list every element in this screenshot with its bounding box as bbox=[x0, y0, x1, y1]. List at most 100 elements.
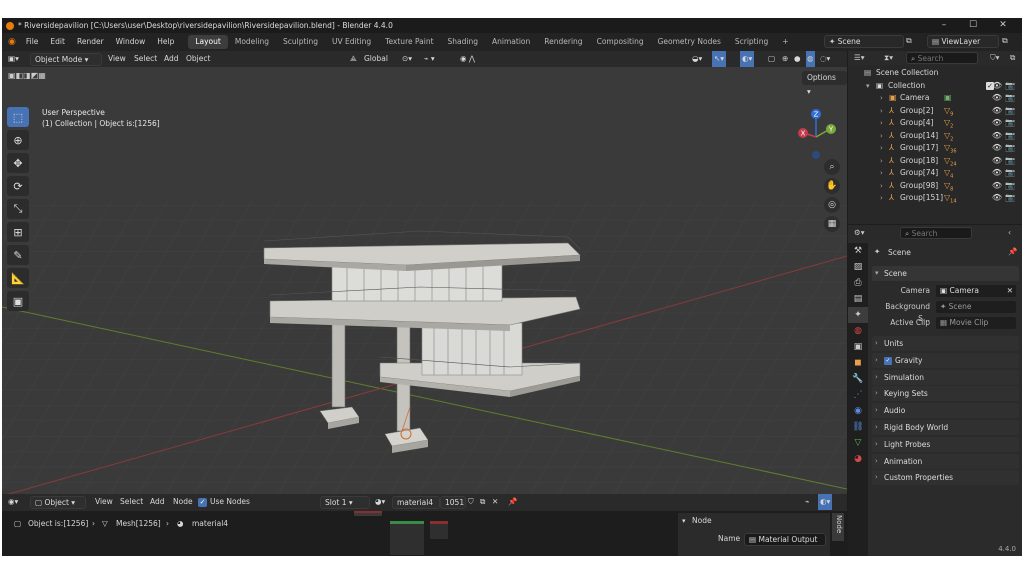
data-tab-icon[interactable]: ▽ bbox=[848, 435, 868, 451]
node-menu-select[interactable]: Select bbox=[120, 494, 143, 510]
expand-arrow-icon[interactable]: › bbox=[880, 130, 883, 143]
tab-animation[interactable]: Animation bbox=[485, 35, 537, 49]
shading-material-icon[interactable]: ◍ bbox=[806, 51, 815, 67]
tab-scripting[interactable]: Scripting bbox=[728, 35, 775, 49]
physics-tab-icon[interactable]: ◉ bbox=[848, 403, 868, 419]
properties-search-input[interactable]: ⌕ Search bbox=[900, 227, 972, 239]
section-light-probes[interactable]: › Light Probes bbox=[872, 436, 1019, 452]
node-overlay-icon[interactable]: ◐▾ bbox=[818, 494, 833, 510]
outliner-filter-icon[interactable]: ⧗▾ bbox=[884, 53, 893, 63]
visibility-eye-icon[interactable]: 👁📷 bbox=[992, 180, 1018, 193]
object-mode-dropdown[interactable]: Object Mode ▾ bbox=[30, 53, 102, 66]
annotate-tool-icon[interactable]: ✎ bbox=[7, 245, 29, 265]
outliner-item[interactable]: › ⅄ Group[2] ▽9 👁📷 bbox=[848, 105, 1022, 118]
node-tab[interactable]: Node bbox=[832, 513, 844, 541]
breadcrumb-mesh[interactable]: Mesh[1256] bbox=[116, 516, 161, 532]
select-mode-icons[interactable]: ▣◧◨◩▦ bbox=[8, 71, 46, 80]
visibility-eye-icon[interactable]: 👁📷 bbox=[992, 155, 1018, 168]
tab-sculpting[interactable]: Sculpting bbox=[276, 35, 325, 49]
section-units[interactable]: › Units bbox=[872, 336, 1019, 351]
3d-viewport[interactable]: ▣▾ Object Mode ▾ View Select Add Object … bbox=[2, 51, 847, 494]
use-nodes-checkbox[interactable]: ✓ bbox=[198, 498, 207, 507]
tool-tab-icon[interactable]: ⚒ bbox=[848, 243, 868, 259]
add-cube-tool-icon[interactable]: ▣ bbox=[7, 291, 29, 311]
section-keying-sets[interactable]: › Keying Sets bbox=[872, 386, 1019, 402]
transform-orientation-icon[interactable]: ⟁ bbox=[350, 51, 357, 67]
active-clip-field[interactable]: ▦ Movie Clip bbox=[936, 317, 1016, 329]
node-menu-add[interactable]: Add bbox=[150, 494, 165, 510]
node-snap-icon[interactable]: ⌁ bbox=[805, 494, 810, 510]
perspective-toggle-icon[interactable]: ▦ bbox=[824, 216, 840, 232]
scale-tool-icon[interactable]: ⤡ bbox=[7, 199, 29, 219]
scene-tab-icon[interactable]: ✦ bbox=[848, 307, 868, 323]
add-workspace-button[interactable]: + bbox=[775, 35, 795, 49]
section-audio[interactable]: › Audio bbox=[872, 403, 1019, 419]
zoom-icon[interactable]: ⌕ bbox=[824, 159, 840, 175]
outliner-item[interactable]: › ⅄ Group[151] ▽14 👁📷 bbox=[848, 192, 1022, 205]
tab-shading[interactable]: Shading bbox=[441, 35, 485, 49]
xray-icon[interactable]: ▢ bbox=[768, 51, 775, 67]
editor-type-icon[interactable]: ▣▾ bbox=[8, 51, 19, 67]
properties-editor-icon[interactable]: ⚙▾ bbox=[854, 228, 865, 237]
expand-arrow-icon[interactable]: › bbox=[880, 117, 883, 130]
viewport-menu-view[interactable]: View bbox=[108, 51, 126, 67]
tab-layout[interactable]: Layout bbox=[188, 35, 228, 49]
viewport-menu-select[interactable]: Select bbox=[134, 51, 157, 67]
gravity-checkbox[interactable]: ✓ bbox=[884, 356, 892, 365]
shading-wireframe-icon[interactable]: ⊕ bbox=[782, 51, 788, 67]
visibility-eye-icon[interactable]: 👁📷 bbox=[992, 105, 1018, 118]
menu-help[interactable]: Help bbox=[151, 33, 180, 51]
filter-funnel-icon[interactable]: ⛉▾ bbox=[990, 53, 999, 63]
visibility-eye-icon[interactable]: 👁📷 bbox=[992, 167, 1018, 180]
visibility-eye-icon[interactable]: 👁📷 bbox=[992, 92, 1018, 105]
section-rigid-body-world[interactable]: › Rigid Body World bbox=[872, 420, 1019, 435]
expand-arrow-icon[interactable]: › bbox=[880, 105, 883, 118]
expand-arrow-icon[interactable]: › bbox=[880, 192, 883, 205]
overlay-toggle-icon[interactable]: ◐▾ bbox=[740, 51, 755, 67]
new-collection-icon[interactable]: ⧉ bbox=[1010, 53, 1015, 63]
section-custom-properties[interactable]: › Custom Properties bbox=[872, 470, 1019, 486]
outliner-item[interactable]: › ⅄ Group[98] ▽8 👁📷 bbox=[848, 180, 1022, 193]
scene-selector[interactable]: ✦ Scene bbox=[824, 35, 904, 48]
unlink-material-icon[interactable]: ✕ bbox=[492, 494, 498, 510]
outliner-item[interactable]: › ⅄ Group[18] ▽24 👁📷 bbox=[848, 155, 1022, 168]
gizmo-toggle-icon[interactable]: ↖▾ bbox=[712, 51, 727, 67]
cursor-tool-icon[interactable]: ⊕ bbox=[7, 130, 29, 150]
maximize-icon[interactable]: ☐ bbox=[960, 18, 986, 33]
modifier-tab-icon[interactable]: 🔧 bbox=[848, 371, 868, 387]
breadcrumb-object[interactable]: Object is:[1256] bbox=[28, 516, 88, 532]
node-menu-view[interactable]: View bbox=[95, 494, 113, 510]
menu-window[interactable]: Window bbox=[110, 33, 152, 51]
node-menu-node[interactable]: Node bbox=[173, 494, 193, 510]
outliner-item[interactable]: › ⅄ Group[14] ▽2 👁📷 bbox=[848, 130, 1022, 143]
node-panel-header[interactable]: Node bbox=[692, 513, 712, 529]
section-simulation[interactable]: › Simulation bbox=[872, 369, 1019, 385]
camera-view-icon[interactable]: ◎ bbox=[824, 197, 840, 213]
visibility-icon[interactable]: ◒▾ bbox=[692, 51, 702, 67]
node-editor-type-icon[interactable]: ◉▾ bbox=[8, 494, 18, 510]
particles-tab-icon[interactable]: ⋰ bbox=[848, 387, 868, 403]
navigation-gizmo[interactable]: Z Y X bbox=[794, 107, 838, 163]
constraints-tab-icon[interactable]: ⛓ bbox=[848, 419, 868, 435]
expand-arrow-icon[interactable]: › bbox=[880, 142, 883, 155]
outliner-display-mode-icon[interactable]: ☰▾ bbox=[854, 53, 865, 62]
material-browse-icon[interactable]: ◕▾ bbox=[375, 494, 385, 510]
world-tab-icon[interactable]: ◍ bbox=[848, 323, 868, 339]
outliner-collection[interactable]: ▾ ▣ Collection ✓ 👁📷 bbox=[848, 80, 1022, 93]
minimize-icon[interactable]: – bbox=[931, 18, 957, 33]
view-layer-selector[interactable]: ▤ ViewLayer bbox=[927, 35, 999, 48]
expand-arrow-icon[interactable]: › bbox=[880, 92, 883, 105]
view-layer-tab-icon[interactable]: ▤ bbox=[848, 291, 868, 307]
collection-tab-icon[interactable]: ▣ bbox=[848, 339, 868, 355]
visibility-eye-icon[interactable]: 👁📷 bbox=[992, 192, 1018, 205]
measure-tool-icon[interactable]: 📐 bbox=[7, 268, 29, 288]
duplicate-material-icon[interactable]: ⧉ bbox=[480, 494, 485, 510]
transform-orientation-dropdown[interactable]: Global bbox=[364, 51, 388, 67]
expand-arrow-icon[interactable]: › bbox=[880, 180, 883, 193]
expand-arrow-icon[interactable]: ▾ bbox=[866, 80, 870, 93]
outliner-item[interactable]: › ⅄ Group[74] ▽4 👁📷 bbox=[848, 167, 1022, 180]
pan-hand-icon[interactable]: ✋ bbox=[824, 178, 840, 194]
fake-user-icon[interactable]: ⛉ bbox=[468, 494, 474, 510]
material-name-field[interactable]: material4 bbox=[392, 496, 440, 509]
outliner-item[interactable]: › ⅄ Group[4] ▽2 👁📷 bbox=[848, 117, 1022, 130]
